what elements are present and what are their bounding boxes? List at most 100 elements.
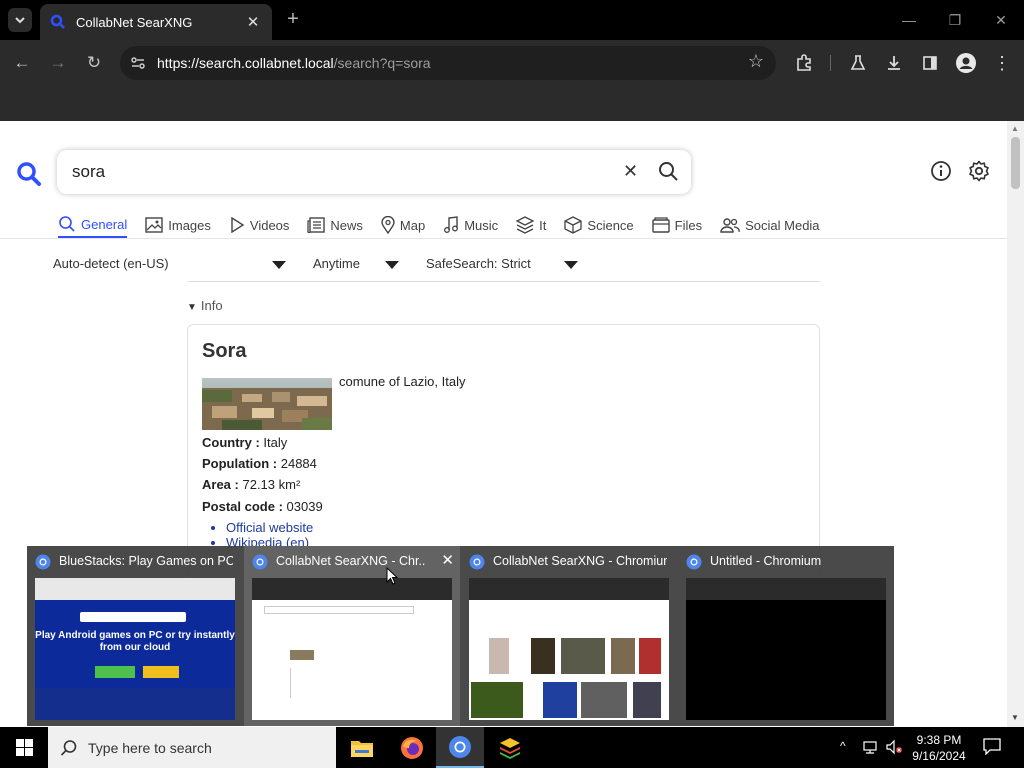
music-note-icon [444,216,459,233]
search-icon[interactable] [657,160,679,182]
thumbnail-searxng-2[interactable]: CollabNet SearXNG - Chromium [461,546,677,726]
thumbnail-preview: Play Android games on PC or try instantl… [35,578,235,720]
back-arrow-icon[interactable]: ← [10,51,34,75]
link-official-website[interactable]: Official website [226,520,313,535]
info-toggle[interactable]: ▼ Info [187,298,223,313]
windows-taskbar: Type here to search ^ 9:38 PM 9/16/2024 [0,727,1024,768]
chromium-icon [686,554,702,570]
profile-avatar-icon[interactable] [954,51,978,75]
window-close-icon[interactable]: ✕ [986,8,1016,32]
tab-science[interactable]: Science [564,212,634,238]
close-icon[interactable]: ✕ [441,551,454,569]
extensions-puzzle-icon[interactable] [792,51,816,75]
play-icon [231,217,245,233]
network-icon[interactable] [862,739,878,755]
chevron-down-icon[interactable] [385,261,399,269]
thumbnail-preview [469,578,669,720]
image-icon [145,217,163,233]
searxng-logo-icon[interactable] [16,161,42,187]
file-explorer-taskbar-button[interactable] [338,727,386,768]
chromium-taskbar-button[interactable] [436,727,484,768]
new-tab-plus-icon[interactable]: + [282,8,304,30]
close-icon[interactable]: ✕ [244,13,262,31]
chevron-down-icon[interactable] [272,261,286,269]
bookmark-star-icon[interactable]: ☆ [748,51,764,72]
tab-it[interactable]: It [516,212,546,238]
infobox-attr: Country : Italy [202,435,287,450]
address-bar[interactable]: https://search.collabnet.local/search?q=… [120,46,776,80]
preview-image [633,682,661,718]
folder-icon [351,740,373,757]
tab-label: General [81,216,128,232]
taskbar-thumbnail-previews: BlueStacks: Play Games on PC ... Play An… [27,546,894,726]
url-text: https://search.collabnet.local/search?q=… [157,55,431,71]
taskbar-search-box[interactable]: Type here to search [48,727,336,768]
preview-searchbar [264,606,414,614]
mouse-cursor-icon [386,567,398,585]
tab-search-button[interactable] [8,8,32,32]
chevron-up-icon[interactable]: ^ [840,739,846,753]
tab-news[interactable]: News [307,212,363,238]
language-select[interactable]: Auto-detect (en-US) [53,256,169,271]
tab-music[interactable]: Music [443,212,498,238]
browser-tab-active[interactable]: CollabNet SearXNG ✕ [40,4,272,40]
scroll-down-arrow-icon[interactable]: ▼ [1011,713,1019,722]
forward-arrow-icon[interactable]: → [46,51,70,75]
download-icon[interactable] [882,51,906,75]
filter-divider [188,281,820,282]
tab-files[interactable]: Files [651,212,702,238]
system-clock[interactable]: 9:38 PM 9/16/2024 [904,732,974,764]
thumbnail-searxng-1[interactable]: CollabNet SearXNG - Chr... ✕ [244,546,460,726]
tab-label: Science [587,217,634,233]
restore-icon[interactable]: ❐ [940,8,970,32]
preview-image [471,682,523,718]
tab-images[interactable]: Images [145,212,211,238]
start-button[interactable] [0,727,48,768]
notification-icon[interactable] [983,737,1001,755]
tab-general[interactable]: General [58,212,128,238]
preview-image [561,638,605,674]
box-icon [564,216,583,234]
clock-date: 9/16/2024 [912,749,966,763]
volume-muted-icon[interactable] [885,739,903,755]
bookmark-bar [0,86,1024,121]
clear-search-icon[interactable]: ✕ [623,161,638,182]
labs-flask-icon[interactable] [846,51,870,75]
toolbar-divider [830,55,831,71]
settings-gear-icon[interactable] [968,160,990,182]
url-host: https://search.collabnet.local [157,55,334,71]
attr-value: Italy [263,435,288,450]
thumbnail-untitled[interactable]: Untitled - Chromium [678,546,894,726]
bluestacks-taskbar-button[interactable] [486,727,534,768]
tab-map[interactable]: Map [381,212,425,238]
site-settings-icon[interactable] [128,53,148,73]
page-scrollbar[interactable]: ▲ ▼ [1007,121,1024,727]
infobox-image[interactable] [202,378,332,430]
attr-value: 24884 [280,456,317,471]
chromium-icon [449,735,471,758]
thumbnail-title: Untitled - Chromium [710,554,822,568]
infobox-description: comune of Lazio, Italy [339,374,466,389]
minimize-icon[interactable]: — [894,8,924,32]
people-icon [720,218,740,233]
scroll-up-arrow-icon[interactable]: ▲ [1011,124,1019,133]
preview-heading: Play Android games on PC or try instantl… [35,630,235,653]
tab-social-media[interactable]: Social Media [720,212,820,238]
firefox-taskbar-button[interactable] [388,727,436,768]
reload-icon[interactable]: ↻ [82,51,106,75]
scroll-thumb[interactable] [1011,137,1020,189]
more-menu-icon[interactable]: ⋮ [990,51,1014,75]
time-range-select[interactable]: Anytime [313,256,360,271]
chevron-down-icon[interactable] [564,261,578,269]
tab-title: CollabNet SearXNG [76,14,193,30]
thumbnail-bluestacks[interactable]: BlueStacks: Play Games on PC ... Play An… [27,546,243,726]
safesearch-select[interactable]: SafeSearch: Strict [426,256,531,271]
side-panel-icon[interactable] [918,51,942,75]
preview-chrome [35,578,235,600]
category-divider [0,238,1007,239]
tab-label: Images [168,217,211,233]
search-input[interactable] [72,160,612,184]
tab-videos[interactable]: Videos [229,212,289,238]
info-icon[interactable] [930,160,952,182]
infobox-attr: Population : 24884 [202,456,317,471]
